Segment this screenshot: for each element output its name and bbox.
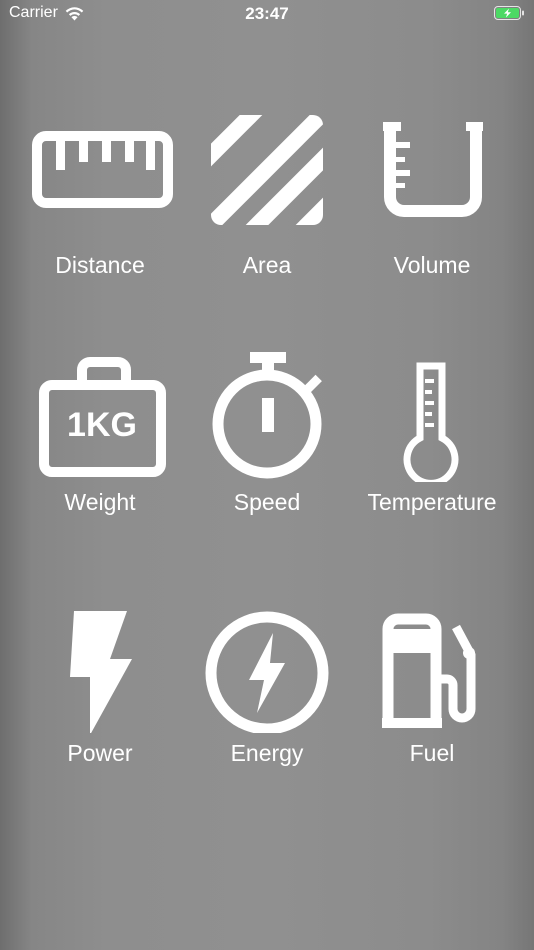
distance-button[interactable]: Distance (20, 115, 180, 315)
status-bar: Carrier 23:47 (0, 0, 534, 30)
area-stripes-icon (211, 115, 323, 225)
volume-button[interactable]: Volume (352, 115, 512, 315)
fuel-pump-icon (382, 613, 476, 728)
fuel-button[interactable]: Fuel (352, 603, 512, 803)
temperature-button[interactable]: Temperature (352, 352, 512, 552)
fuel-label: Fuel (409, 740, 455, 766)
status-time: 23:47 (245, 4, 289, 23)
weight-button[interactable]: 1KG Weight (20, 352, 180, 552)
speed-button[interactable]: Speed (187, 352, 347, 552)
power-button[interactable]: Power (20, 603, 180, 803)
lightning-bolt-icon (70, 611, 132, 733)
area-button[interactable]: Area (187, 115, 347, 315)
energy-button[interactable]: Energy (187, 603, 347, 803)
thermometer-icon (403, 362, 459, 482)
battery-charging-icon (494, 6, 524, 20)
beaker-icon (383, 122, 483, 217)
weight-icon-text: 1KG (67, 406, 137, 444)
volume-label: Volume (393, 252, 471, 278)
energy-circle-bolt-icon (205, 611, 329, 733)
stopwatch-icon (212, 352, 322, 479)
weight-1kg-icon: 1KG (39, 357, 166, 477)
ruler-icon (32, 131, 173, 208)
temperature-label: Temperature (367, 489, 497, 515)
